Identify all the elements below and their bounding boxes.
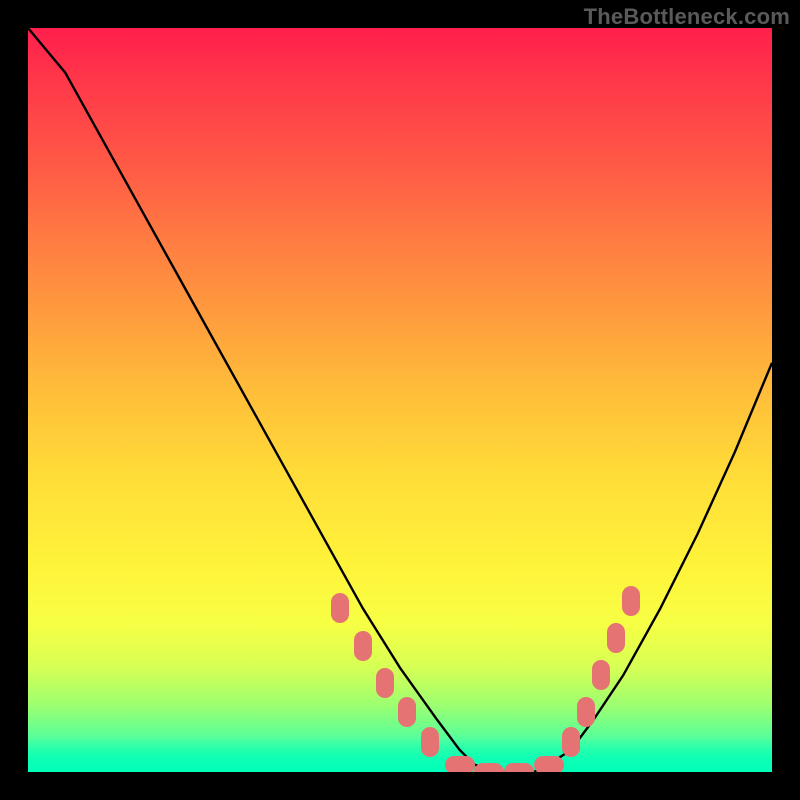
series-marker: [445, 756, 475, 772]
plot-area: [28, 28, 772, 772]
series-marker: [534, 756, 564, 772]
series-marker: [376, 668, 394, 698]
series-marker: [421, 727, 439, 757]
bottleneck-curve: [28, 28, 772, 772]
series-marker: [504, 763, 534, 772]
series-marker: [622, 586, 640, 616]
chart-frame: TheBottleneck.com: [0, 0, 800, 800]
series-marker: [607, 623, 625, 653]
series-marker: [577, 697, 595, 727]
watermark-text: TheBottleneck.com: [584, 4, 790, 30]
series-marker: [592, 660, 610, 690]
series-marker: [398, 697, 416, 727]
series-marker: [562, 727, 580, 757]
series-marker: [474, 763, 504, 772]
series-marker: [354, 631, 372, 661]
series-marker: [331, 593, 349, 623]
